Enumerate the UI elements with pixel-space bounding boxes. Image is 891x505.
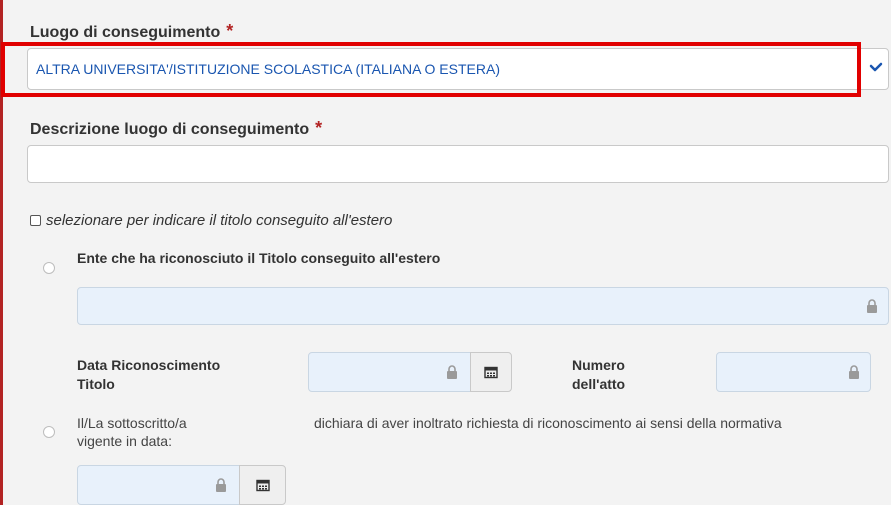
lock-icon [867,299,877,313]
numero-atto-input[interactable] [716,352,871,392]
estero-checkbox-label: selezionare per indicare il titolo conse… [46,212,393,229]
required-mark: * [226,21,234,41]
data-riconoscimento-input[interactable] [308,352,471,392]
luogo-label: Luogo di conseguimento * [30,21,233,42]
lock-icon [849,365,859,379]
ente-label: Ente che ha riconosciuto il Titolo conse… [77,250,441,266]
dichiara-text: dichiara di aver inoltrato richiesta di … [314,415,782,431]
ente-input[interactable] [77,287,889,325]
descrizione-label: Descrizione luogo di conseguimento * [30,118,322,139]
calendar-icon [484,366,498,379]
descrizione-label-text: Descrizione luogo di conseguimento [30,121,310,138]
lock-icon [447,365,457,379]
dichiara-line2: vigente in data: [77,433,172,449]
numero-atto-label: Numero dell'atto [572,356,625,394]
ente-radio[interactable] [43,262,55,274]
estero-checkbox-row[interactable]: selezionare per indicare il titolo conse… [30,212,392,229]
required-mark: * [315,118,323,138]
dichiara-calendar-button[interactable] [239,465,286,505]
dichiara-prefix: Il/La sottoscritto/a [77,415,187,431]
data-riconoscimento-calendar-button[interactable] [470,352,512,392]
dichiara-radio[interactable] [43,426,55,438]
data-riconoscimento-label-line2: Titolo [77,376,115,392]
numero-atto-label-line2: dell'atto [572,376,626,392]
highlight-annotation [1,42,861,97]
estero-checkbox[interactable] [30,215,41,226]
data-riconoscimento-label: Data Riconoscimento Titolo [77,356,220,394]
luogo-label-text: Luogo di conseguimento [30,24,221,41]
calendar-icon [255,479,270,492]
numero-atto-label-line1: Numero [572,357,625,373]
descrizione-input[interactable] [27,145,889,183]
chevron-down-icon [869,62,883,72]
data-riconoscimento-label-line1: Data Riconoscimento [77,357,221,373]
lock-icon [216,478,226,492]
dichiara-data-input[interactable] [77,465,240,505]
